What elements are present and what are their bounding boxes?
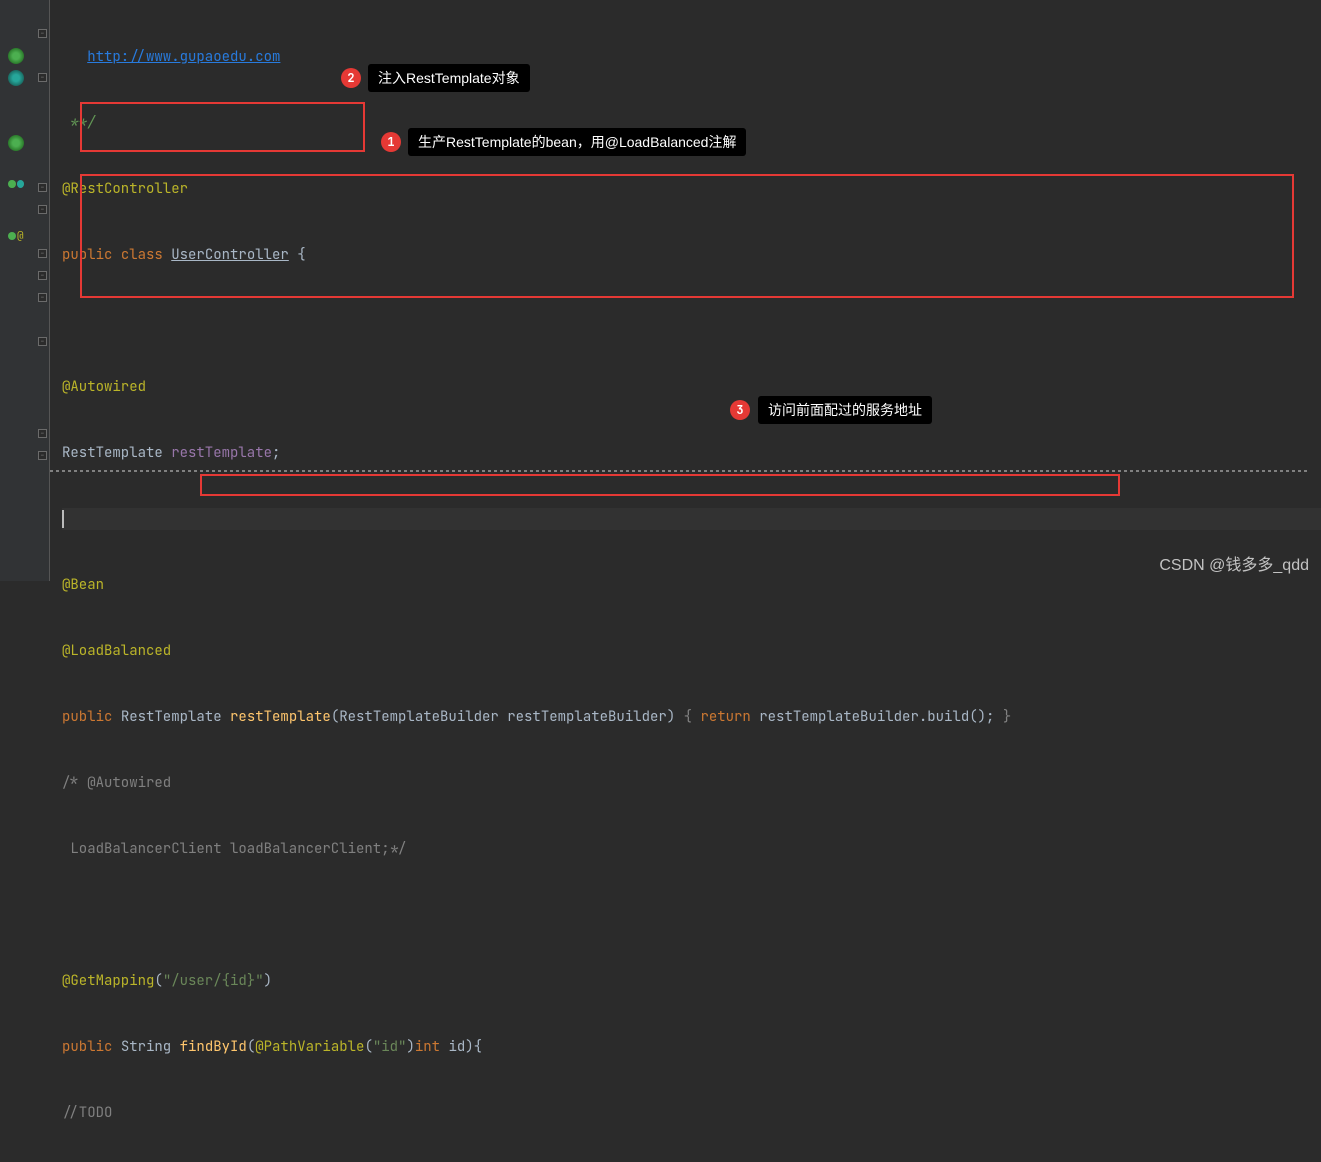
bean-at-icon[interactable]: @ bbox=[8, 228, 24, 244]
callout-text-1: 生产RestTemplate的bean，用@LoadBalanced注解 bbox=[408, 128, 746, 156]
text-caret bbox=[62, 510, 64, 528]
anno-bean: @Bean bbox=[62, 574, 104, 596]
method-findbyid: findById bbox=[180, 1036, 247, 1058]
callout-badge-1: 1 bbox=[381, 132, 401, 152]
field-resttemplate: restTemplate bbox=[171, 442, 272, 464]
comment-loadbalancer: LoadBalancerClient loadBalancerClient;*/ bbox=[62, 838, 406, 860]
url-comment: http://www.gupaoedu.com bbox=[87, 46, 280, 68]
fold-marker[interactable] bbox=[38, 73, 47, 82]
fold-marker[interactable] bbox=[38, 29, 47, 38]
callout-badge-3: 3 bbox=[730, 400, 750, 420]
highlight-box-return bbox=[200, 474, 1120, 496]
code-content[interactable]: http://www.gupaoedu.com **/ @RestControl… bbox=[50, 0, 1321, 581]
fold-marker[interactable] bbox=[38, 293, 47, 302]
class-icon[interactable] bbox=[8, 70, 24, 86]
comment-close: **/ bbox=[62, 112, 96, 134]
comment-autowired: /* @Autowired bbox=[62, 772, 171, 794]
fold-marker[interactable] bbox=[38, 249, 47, 258]
fold-marker[interactable] bbox=[38, 451, 47, 460]
method-resttemplate: restTemplate bbox=[230, 706, 331, 728]
spring-bean-icon[interactable] bbox=[8, 48, 24, 64]
wavy-separator bbox=[50, 470, 1310, 472]
anno-autowired: @Autowired bbox=[62, 376, 146, 398]
class-name: UserController bbox=[171, 244, 289, 266]
fold-marker[interactable] bbox=[38, 205, 47, 214]
gutter: @ bbox=[0, 0, 50, 581]
comment-todo: //TODO bbox=[62, 1102, 112, 1124]
autowired-icon[interactable] bbox=[8, 135, 24, 151]
fold-marker[interactable] bbox=[38, 183, 47, 192]
fold-marker[interactable] bbox=[38, 337, 47, 346]
watermark: CSDN @钱多多_qdd bbox=[1159, 551, 1309, 575]
callout-text-2: 注入RestTemplate对象 bbox=[368, 64, 530, 92]
anno-loadbalanced: @LoadBalanced bbox=[62, 640, 171, 662]
anno-restcontroller: @RestController bbox=[62, 178, 188, 200]
callout-text-3: 访问前面配过的服务地址 bbox=[758, 396, 932, 424]
fold-marker[interactable] bbox=[38, 271, 47, 280]
callout-badge-2: 2 bbox=[341, 68, 361, 88]
fold-marker[interactable] bbox=[38, 429, 47, 438]
override-icon[interactable] bbox=[8, 180, 24, 196]
code-editor[interactable]: @ http://www.gupaoedu.com **/ @RestContr… bbox=[0, 0, 1321, 581]
anno-getmapping: @GetMapping bbox=[62, 970, 154, 992]
